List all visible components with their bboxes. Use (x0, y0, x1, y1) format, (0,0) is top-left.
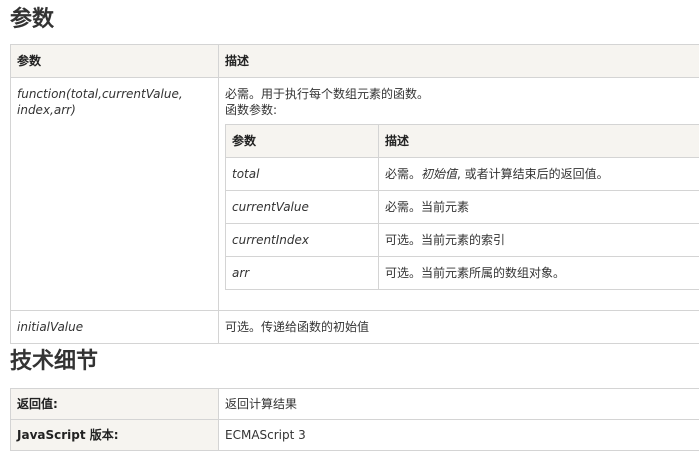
tech-value: ECMAScript 3 (218, 419, 699, 451)
param-desc-function: 必需。用于执行每个数组元素的函数。 函数参数: 参数 描述 total 必需。初… (218, 77, 699, 311)
nested-param-desc: 可选。当前元素的索引 (378, 223, 699, 257)
table-row: 返回值: 返回计算结果 (10, 388, 699, 420)
table-row: arr 可选。当前元素所属的数组对象。 (225, 256, 699, 290)
nested-param-desc: 必需。当前元素 (378, 190, 699, 224)
desc-suffix: , 或者计算结束后的返回值。 (457, 167, 609, 181)
tech-label: JavaScript 版本: (10, 419, 219, 451)
nested-param-desc: 必需。初始值, 或者计算结束后的返回值。 (378, 157, 699, 191)
nested-param-name: arr (225, 256, 379, 290)
params-table: 参数 描述 function(total,currentValue, index… (10, 44, 699, 344)
desc-italic: 初始值 (421, 167, 458, 181)
params-header-row: 参数 描述 (10, 44, 699, 78)
param-name-function: function(total,currentValue, index,arr) (10, 77, 219, 311)
table-row: JavaScript 版本: ECMAScript 3 (10, 419, 699, 451)
tech-table: 返回值: 返回计算结果 JavaScript 版本: ECMAScript 3 (10, 388, 699, 451)
function-params-table: 参数 描述 total 必需。初始值, 或者计算结束后的返回值。 current… (225, 124, 699, 290)
header-desc: 描述 (218, 44, 699, 78)
param-desc-initial: 可选。传递给函数的初始值 (218, 310, 699, 344)
table-row: total 必需。初始值, 或者计算结束后的返回值。 (225, 157, 699, 191)
nested-header-row: 参数 描述 (225, 124, 699, 158)
nested-header-param: 参数 (225, 124, 379, 158)
nested-header-desc: 描述 (378, 124, 699, 158)
tech-value: 返回计算结果 (218, 388, 699, 420)
params-heading: 参数 (10, 7, 55, 32)
header-param: 参数 (10, 44, 219, 78)
function-desc-line2: 函数参数: (225, 103, 278, 117)
nested-param-name: total (225, 157, 379, 191)
table-row: function(total,currentValue, index,arr) … (10, 77, 699, 311)
desc-prefix: 必需。 (385, 167, 422, 181)
table-row: currentIndex 可选。当前元素的索引 (225, 223, 699, 257)
tech-label: 返回值: (10, 388, 219, 420)
tech-heading: 技术细节 (10, 349, 99, 374)
nested-param-name: currentValue (225, 190, 379, 224)
table-row: initialValue 可选。传递给函数的初始值 (10, 310, 699, 344)
param-name-initial: initialValue (10, 310, 219, 344)
function-desc-line1: 必需。用于执行每个数组元素的函数。 (225, 87, 430, 101)
table-row: currentValue 必需。当前元素 (225, 190, 699, 224)
nested-param-name: currentIndex (225, 223, 379, 257)
nested-param-desc: 可选。当前元素所属的数组对象。 (378, 256, 699, 290)
